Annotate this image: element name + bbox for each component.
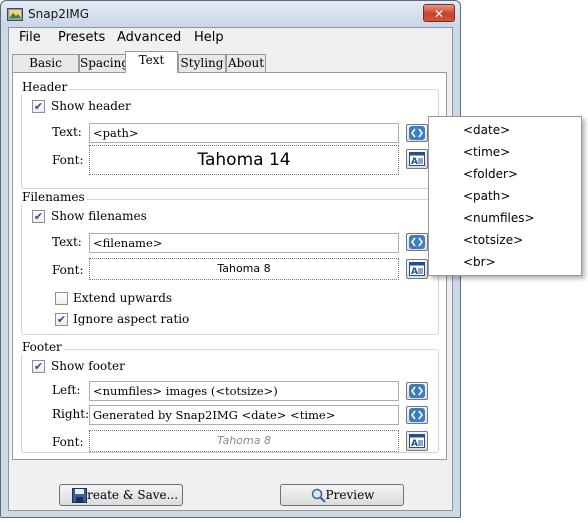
footer-left-field[interactable]: <numfiles> images (<totsize>)	[89, 381, 399, 401]
footer-right-label: Right:	[52, 407, 90, 421]
close-button[interactable]: ✕	[423, 4, 455, 22]
filenames-group: Filenames ✔ Show filenames Text: <filena…	[20, 190, 439, 335]
svg-text:A: A	[411, 157, 418, 166]
filenames-insert-tag-button[interactable]	[406, 233, 428, 251]
show-filenames-checkbox[interactable]: ✔	[32, 210, 45, 223]
extend-upwards-checkbox[interactable]	[55, 292, 68, 305]
footer-font-preview[interactable]: Tahoma 8	[89, 430, 399, 452]
tab-text[interactable]: Text	[125, 51, 178, 73]
tab-page-text: Header ✔ Show header Text: <path> Font: …	[12, 72, 447, 460]
menu-advanced[interactable]: Advanced	[117, 30, 181, 45]
filenames-text-label: Text:	[52, 235, 82, 249]
menu-presets[interactable]: Presets	[58, 30, 105, 45]
footer-group: Footer ✔ Show footer Left: <numfiles> im…	[20, 340, 439, 453]
font-picker-icon: A	[409, 434, 425, 448]
show-footer-label[interactable]: Show footer	[51, 359, 125, 373]
font-picker-icon: A	[409, 262, 425, 276]
svg-text:A: A	[411, 267, 418, 276]
svg-text:A: A	[411, 439, 418, 448]
menu-bar: File Presets Advanced Help	[9, 28, 452, 48]
title-bar[interactable]: Snap2IMG ✕	[1, 1, 460, 29]
filenames-font-preview[interactable]: Tahoma 8	[89, 258, 399, 280]
show-footer-checkbox[interactable]: ✔	[32, 360, 45, 373]
ignore-aspect-ratio-checkbox[interactable]: ✔	[55, 313, 68, 326]
footer-font-label: Font:	[52, 435, 84, 449]
ignore-aspect-ratio-label[interactable]: Ignore aspect ratio	[73, 312, 189, 326]
footer-font-button[interactable]: A	[406, 431, 428, 451]
tab-basic-setup[interactable]: Basic Setup	[12, 54, 79, 87]
create-save-label: Create & Save...	[77, 488, 179, 502]
menu-help[interactable]: Help	[194, 30, 224, 45]
code-brackets-icon	[409, 126, 425, 140]
filenames-group-title: Filenames	[20, 190, 87, 204]
show-header-label[interactable]: Show header	[51, 99, 131, 113]
filenames-text-field[interactable]: <filename>	[89, 233, 399, 253]
footer-right-insert-tag-button[interactable]	[406, 406, 428, 424]
extend-upwards-label[interactable]: Extend upwards	[73, 291, 172, 305]
show-header-checkbox[interactable]: ✔	[32, 100, 45, 113]
header-insert-tag-button[interactable]	[406, 124, 428, 142]
code-brackets-icon	[409, 235, 425, 249]
header-group-title: Header	[20, 80, 70, 94]
tab-about[interactable]: About	[226, 54, 266, 72]
app-window: Snap2IMG ✕ File Presets Advanced Help Ba…	[0, 0, 461, 518]
tab-spacing[interactable]: Spacing	[79, 54, 129, 72]
header-text-label: Text:	[52, 125, 82, 139]
header-text-field[interactable]: <path>	[89, 123, 399, 143]
client-area: File Presets Advanced Help Basic Setup S…	[8, 27, 453, 511]
code-brackets-icon	[409, 384, 425, 398]
header-font-label: Font:	[52, 153, 84, 167]
window-title: Snap2IMG	[28, 7, 90, 21]
header-font-preview[interactable]: Tahoma 14	[89, 145, 399, 175]
tab-styling[interactable]: Styling	[178, 54, 226, 72]
tag-menu-item-br[interactable]: <br>	[463, 255, 496, 269]
footer-right-field[interactable]: Generated by Snap2IMG <date> <time>	[89, 405, 399, 425]
preview-button[interactable]: Preview	[280, 484, 404, 506]
header-font-button[interactable]: A	[406, 149, 428, 169]
floppy-disk-icon	[72, 488, 87, 503]
footer-left-label: Left:	[52, 383, 81, 397]
tag-menu-item-date[interactable]: <date>	[463, 123, 510, 137]
filenames-font-label: Font:	[52, 263, 84, 277]
font-picker-icon: A	[409, 152, 425, 166]
footer-group-title: Footer	[20, 340, 64, 354]
filenames-font-button[interactable]: A	[406, 259, 428, 279]
tag-menu-item-numfiles[interactable]: <numfiles>	[463, 211, 535, 225]
menu-file[interactable]: File	[19, 30, 41, 45]
create-save-button[interactable]: Create & Save...	[59, 484, 183, 506]
tag-menu-item-totsize[interactable]: <totsize>	[463, 233, 523, 247]
magnifier-icon	[311, 488, 326, 503]
footer-left-insert-tag-button[interactable]	[406, 382, 428, 400]
header-group: Header ✔ Show header Text: <path> Font: …	[20, 80, 439, 189]
code-brackets-icon	[409, 408, 425, 422]
show-filenames-label[interactable]: Show filenames	[51, 209, 147, 223]
tag-menu-item-folder[interactable]: <folder>	[463, 167, 518, 181]
tag-menu-item-path[interactable]: <path>	[463, 189, 510, 203]
tag-popup-menu: <date> <time> <folder> <path> <numfiles>…	[428, 116, 582, 276]
app-icon	[7, 8, 23, 21]
tag-menu-item-time[interactable]: <time>	[463, 145, 510, 159]
